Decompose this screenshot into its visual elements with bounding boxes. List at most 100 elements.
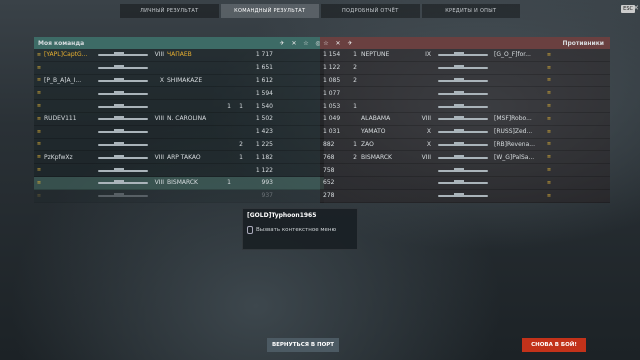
return-to-port-button[interactable]: ВЕРНУТЬСЯ В ПОРТ (267, 338, 339, 352)
score-value: 1 053 (323, 102, 341, 110)
score-value: 278 (323, 192, 335, 200)
tab-credits-xp[interactable]: КРЕДИТЫ И ОПЫТ (421, 4, 520, 18)
enemy-row[interactable]: 652 ≡ (320, 176, 610, 190)
enemy-row[interactable]: 768 2 BISMARCK VIII [W_G]PalSa... ≡ (320, 151, 610, 165)
tooltip-action-label: Вызвать контекстное меню (256, 227, 337, 233)
team-row[interactable]: ≡ 1 122 (34, 164, 324, 177)
caps-count: 2 (239, 140, 243, 148)
score-value: 768 (323, 153, 335, 161)
ship-name: BISMARCK (361, 153, 392, 161)
ship-silhouette-icon (94, 116, 154, 121)
score-value: 1 031 (323, 128, 341, 136)
enemy-row[interactable]: 882 1 ZAO X [RB]Revena... ≡ (320, 138, 610, 152)
ship-silhouette-icon (434, 154, 494, 160)
player-name: [W_G]PalSa... (494, 153, 535, 161)
enemy-row[interactable]: 1 085 2 ≡ (320, 74, 610, 88)
tooltip-player-name: [GOLD]Typhoon1965 (247, 212, 317, 219)
enemy-row[interactable]: 1 154 1 NEPTUNE IX [G_O_F]for... ≡ (320, 49, 610, 62)
rank-icon: ≡ (36, 167, 42, 174)
tab-personal[interactable]: ЛИЧНЫЙ РЕЗУЛЬТАТ (120, 4, 219, 18)
plane-icon[interactable]: ✈ (344, 40, 356, 47)
score-value: 1 502 (255, 115, 273, 123)
enemy-row[interactable]: 1 049 ALABAMA VIII [MSF]Robo... ≡ (320, 112, 610, 126)
enemy-row[interactable]: 758 ≡ (320, 164, 610, 177)
team-row[interactable]: ≡ 937 (34, 189, 324, 203)
rank-icon: ≡ (36, 115, 42, 122)
team-row[interactable]: ≡ 1 1 1 540 (34, 100, 324, 113)
rank-icon: ≡ (36, 77, 42, 84)
ship-tier: X (159, 76, 164, 84)
plane-icon[interactable]: ✈ (276, 40, 288, 47)
score-value: 758 (323, 166, 335, 174)
score-value: 1 077 (323, 89, 341, 97)
ship-silhouette-icon (94, 141, 154, 147)
close-icon[interactable]: ✕ (633, 4, 639, 12)
ship-name: SHIMAKAZE (167, 76, 203, 84)
frags-icon[interactable]: ✕ (332, 40, 344, 47)
team-row[interactable]: ≡ [YAPL]CaptG... VIII ЧАПАЕВ 1 717 (34, 49, 324, 62)
rank-icon: ≡ (36, 103, 42, 110)
ship-silhouette-icon (434, 77, 494, 83)
rank-icon: ≡ (546, 51, 552, 58)
rank-icon: ≡ (36, 179, 42, 186)
enemy-row[interactable]: 278 ≡ (320, 189, 610, 203)
enemy-row[interactable]: 1 053 1 ≡ (320, 100, 610, 113)
rank-icon: ≡ (546, 167, 552, 174)
score-value: 1 540 (255, 102, 273, 110)
team-row[interactable]: ≡ 1 594 (34, 87, 324, 101)
ship-name: ALABAMA (361, 115, 391, 123)
tab-detailed[interactable]: ПОДРОБНЫЙ ОТЧЁТ (321, 4, 420, 18)
frags-count: 2 (353, 76, 357, 84)
score-value: 882 (323, 140, 335, 148)
rank-icon: ≡ (36, 51, 42, 58)
ship-silhouette-icon (434, 129, 494, 134)
mouse-icon (247, 226, 253, 234)
score-value: 993 (261, 179, 273, 187)
ship-silhouette-icon (94, 167, 154, 173)
ship-tier: IX (425, 51, 431, 59)
score-star-icon[interactable]: ☆ (320, 40, 332, 47)
ship-silhouette-icon (434, 141, 494, 147)
battle-again-button[interactable]: СНОВА В БОЙ! (522, 338, 586, 352)
ship-silhouette-icon (94, 154, 154, 160)
team-row[interactable]: ≡ 1 423 (34, 125, 324, 139)
frags-icon[interactable]: ✕ (288, 40, 300, 47)
rank-icon: ≡ (36, 128, 42, 135)
ship-name: BISMARCK (167, 179, 198, 187)
enemy-row[interactable]: 1 077 ≡ (320, 87, 610, 101)
score-value: 1 594 (255, 89, 273, 97)
ship-silhouette-icon (94, 193, 154, 198)
tab-team[interactable]: КОМАНДНЫЙ РЕЗУЛЬТАТ (220, 4, 319, 18)
enemy-row[interactable]: 1 122 2 ≡ (320, 61, 610, 75)
rank-icon: ≡ (546, 141, 552, 148)
ship-tier: X (426, 128, 431, 136)
ship-name: NEPTUNE (361, 51, 390, 59)
team-row[interactable]: ≡ PzKpfwXz VIII ARP TAKAO 1 1 182 (34, 151, 324, 165)
team-row[interactable]: ≡ [P_B_A]A_I... X SHIMAKAZE 1 612 (34, 74, 324, 88)
ship-name: ZAO (361, 140, 374, 148)
ship-silhouette-icon (434, 180, 494, 185)
ship-tier: VIII (154, 179, 164, 187)
enemy-row[interactable]: 1 031 YAMATO X [RUSS]Zed... ≡ (320, 125, 610, 139)
frags-count: 1 (227, 179, 231, 187)
rank-icon: ≡ (36, 154, 42, 161)
player-name: [P_B_A]A_I... (44, 76, 82, 84)
player-name: [RUSS]Zed... (494, 128, 533, 136)
team-row[interactable]: ≡ RUDEV111 VIII N. CAROLINA 1 502 (34, 112, 324, 126)
team-row[interactable]: ≡ 1 651 (34, 61, 324, 75)
ship-silhouette-icon (434, 116, 494, 121)
team-row[interactable]: ≡ 2 1 225 (34, 138, 324, 152)
score-value: 1 423 (255, 128, 273, 136)
caps-count: 1 (239, 153, 243, 161)
rank-icon: ≡ (546, 64, 552, 71)
team-row[interactable]: ≡ VIII BISMARCK 1 993 (34, 176, 324, 190)
rank-icon: ≡ (546, 179, 552, 186)
ship-tier: VIII (421, 115, 431, 123)
ship-tier: VIII (154, 51, 164, 59)
rank-icon: ≡ (36, 64, 42, 71)
rank-icon: ≡ (546, 192, 552, 199)
score-value: 1 612 (255, 76, 273, 84)
score-star-icon[interactable]: ☆ (300, 40, 312, 47)
rank-icon: ≡ (546, 115, 552, 122)
player-name: [YAPL]CaptG... (44, 51, 88, 59)
